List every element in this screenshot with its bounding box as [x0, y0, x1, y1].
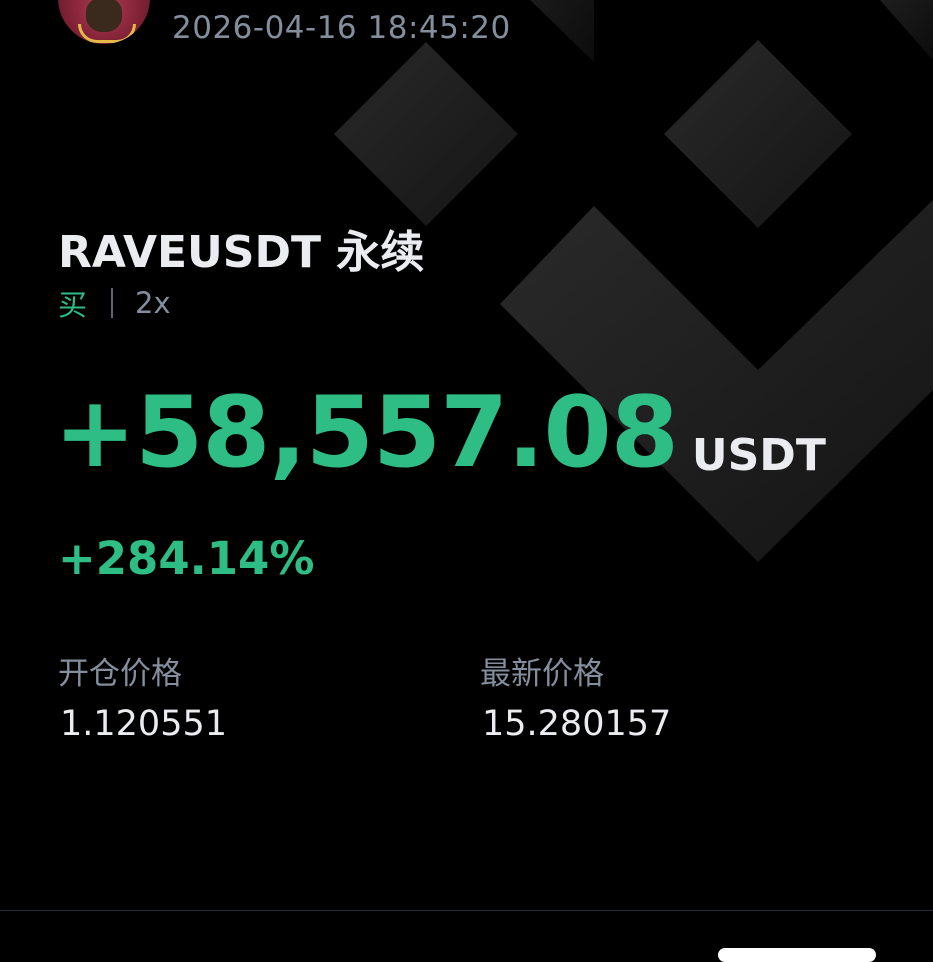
pnl-unit: USDT	[691, 429, 826, 481]
share-timestamp: 2026-04-16 18:45:20	[172, 10, 511, 46]
footer-button-edge[interactable]	[718, 948, 876, 962]
position-side-label: 买	[58, 288, 88, 322]
divider	[111, 288, 114, 318]
leverage-label: 2x	[135, 286, 171, 320]
roi-percentage: +284.14%	[58, 532, 315, 585]
last-price-value: 15.280157	[482, 704, 672, 744]
footer-divider	[0, 910, 933, 911]
last-price-label: 最新价格	[480, 656, 604, 692]
position-side-row: 买 2x	[58, 282, 171, 324]
contract-symbol: RAVEUSDT 永续	[58, 227, 425, 278]
pnl-row: +58,557.08 USDT	[54, 382, 826, 485]
entry-price-value: 1.120551	[60, 704, 228, 744]
pnl-amount: +58,557.08	[54, 376, 679, 490]
entry-price-label: 开仓价格	[58, 656, 182, 692]
